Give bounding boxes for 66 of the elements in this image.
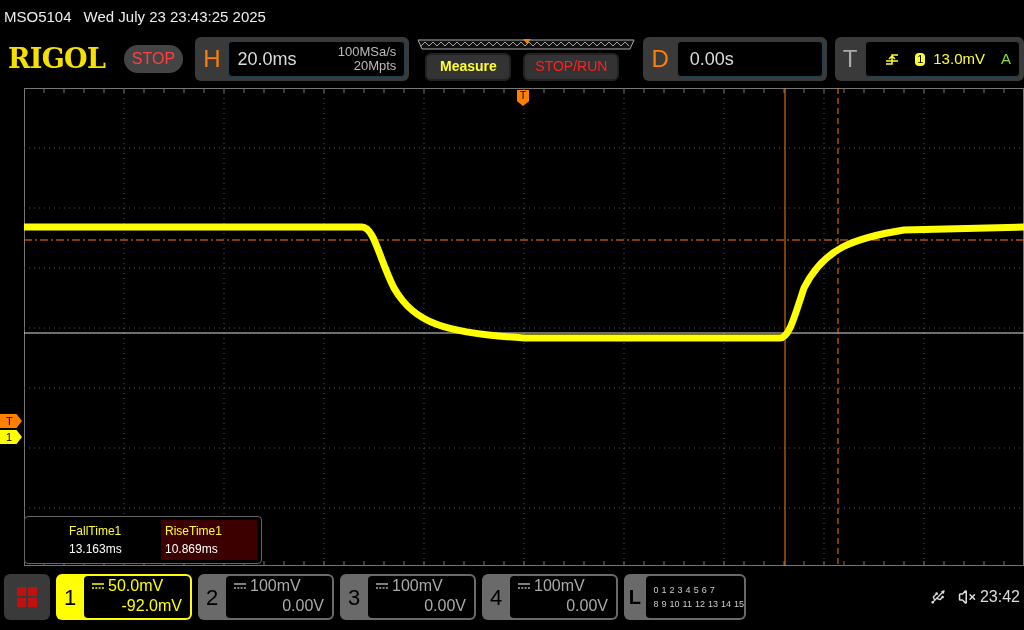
logic-bit: 9	[661, 598, 667, 611]
channel-number: 2	[204, 583, 220, 612]
logic-panel[interactable]: L 0 1 2 3 4 5 6 7 8 9 10 11 12 13 14 15	[624, 574, 746, 620]
delay-label: D	[651, 44, 669, 74]
date-time: Wed July 23 23:43:25 2025	[83, 6, 266, 27]
channel-scale: 100mV	[392, 576, 443, 596]
logic-label: L	[627, 585, 642, 610]
measurement-item[interactable]: RiseTime1 10.869ms	[161, 520, 257, 560]
channel-number: 3	[346, 583, 362, 612]
trigger-source: 1	[915, 52, 926, 66]
channel-number: 4	[488, 583, 504, 612]
channel-number: 1	[62, 583, 78, 612]
logic-bit: 5	[693, 584, 699, 597]
model-name: MSO5104	[4, 6, 72, 27]
dc-coupling-icon	[92, 582, 104, 590]
logic-bit: 8	[653, 598, 659, 611]
trigger-panel[interactable]: T 1 13.0mV A	[834, 37, 1024, 81]
logic-bit: 12	[694, 598, 705, 611]
logic-bit: 2	[669, 584, 675, 597]
channel-offset: -92.0mV	[121, 596, 182, 616]
run-status-badge: STOP	[123, 45, 184, 73]
trigger-label: T	[842, 44, 858, 74]
channel-offset: 0.00V	[566, 596, 608, 616]
grid-icon	[16, 586, 38, 608]
channel-offset: 0.00V	[424, 596, 466, 616]
cursor-line[interactable]	[24, 239, 1024, 241]
channel-scale: 100mV	[534, 576, 585, 596]
channel-panel[interactable]: 3 100mV 0.00V	[340, 574, 476, 620]
logic-bit: 4	[685, 584, 691, 597]
logic-bit: 6	[701, 584, 707, 597]
level-marker[interactable]: 1	[0, 430, 22, 444]
channel-panel[interactable]: 1 50.0mV -92.0mV	[56, 574, 192, 620]
delay-value[interactable]: 0.00s	[676, 41, 823, 77]
dc-coupling-icon	[376, 582, 388, 590]
dc-coupling-icon	[234, 582, 246, 590]
measure-button[interactable]: Measure	[425, 52, 512, 81]
logic-bit: 14	[720, 598, 731, 611]
memory-depth: 20Mpts	[353, 59, 397, 73]
logic-bit: 7	[709, 584, 715, 597]
mute-icon[interactable]	[957, 588, 976, 606]
channel-scale: 100mV	[250, 576, 301, 596]
clock-time: 23:42	[979, 587, 1020, 607]
usb-icon	[929, 589, 946, 605]
logic-bit: 15	[734, 598, 744, 611]
channel-panel[interactable]: 2 100mV 0.00V	[198, 574, 334, 620]
logic-bit: 10	[669, 598, 680, 611]
delay-panel[interactable]: D 0.00s	[643, 37, 827, 81]
logic-bit: 1	[661, 584, 667, 597]
logic-bit: 11	[682, 598, 692, 611]
rising-edge-icon	[885, 52, 900, 66]
logic-bit: 3	[677, 584, 683, 597]
channel-panel[interactable]: 4 100mV 0.00V	[482, 574, 618, 620]
timebase-field[interactable]: 20.0ms 100MSa/s 20Mpts	[228, 41, 406, 77]
level-marker[interactable]: T	[0, 414, 22, 428]
channel-scale: 50.0mV	[108, 576, 164, 596]
logo: RIGOL	[8, 41, 107, 76]
horizontal-label: H	[203, 44, 221, 74]
logic-bit: 0	[653, 584, 659, 597]
trigger-position-marker[interactable]: T	[517, 90, 529, 106]
sample-rate: 100MSa/s	[337, 45, 397, 59]
dc-coupling-icon	[518, 582, 530, 590]
horizontal-panel[interactable]: H 20.0ms 100MSa/s 20Mpts	[195, 37, 410, 81]
trigger-mode: A	[1001, 48, 1011, 69]
trigger-level: 13.0mV	[933, 48, 985, 69]
channel-offset: 0.00V	[282, 596, 324, 616]
logic-bit: 13	[707, 598, 718, 611]
